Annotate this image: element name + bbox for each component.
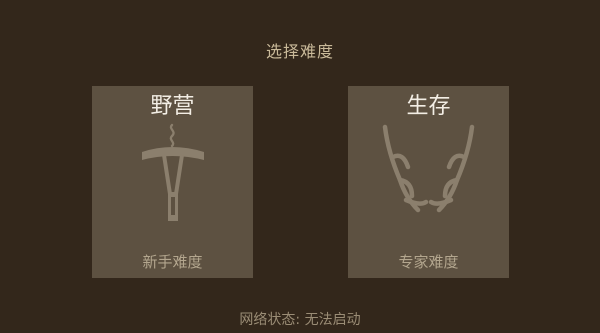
mode-subtitle-camp: 新手难度	[142, 253, 203, 271]
network-status: 网络状态: 无法启动	[239, 312, 361, 328]
mode-title-survival: 生存	[406, 94, 451, 119]
mode-card-camp[interactable]: 野营 新手难度	[92, 86, 253, 278]
page-title: 选择难度	[265, 42, 334, 61]
mode-title-camp: 野营	[150, 94, 195, 119]
mode-subtitle-survival: 专家难度	[398, 253, 459, 271]
antlers-icon	[382, 124, 475, 213]
mode-card-survival[interactable]: 生存 专家难度	[348, 86, 509, 278]
roasting-spit-icon	[142, 123, 204, 221]
